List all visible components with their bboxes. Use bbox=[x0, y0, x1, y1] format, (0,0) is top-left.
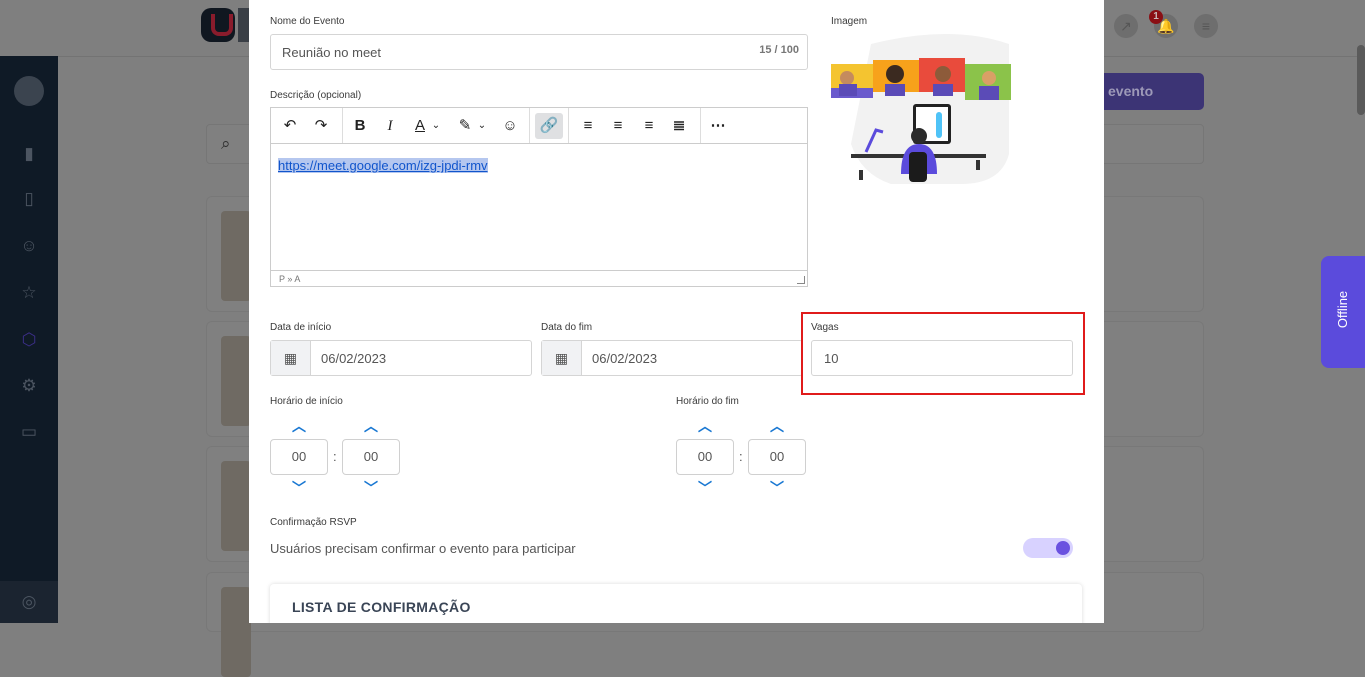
start-minute-input[interactable]: 00 bbox=[342, 439, 400, 475]
rsvp-toggle[interactable] bbox=[1023, 538, 1073, 558]
end-hour-input[interactable]: 00 bbox=[676, 439, 734, 475]
new-event-button[interactable]: evento bbox=[1098, 73, 1204, 110]
highlight-box bbox=[801, 312, 1085, 395]
event-name-input[interactable]: Reunião no meet 15 / 100 bbox=[270, 34, 808, 70]
scrollbar[interactable] bbox=[1357, 45, 1365, 115]
chevron-down-icon[interactable]: ⌄ bbox=[430, 113, 442, 139]
description-editor[interactable]: ↶ ↷ B I A ⌄ ✎ ⌄ ☺ 🔗 ≡ ≡ ≡ ≣ ⋯ https://me… bbox=[270, 107, 808, 287]
chevron-down-icon[interactable]: ⌄ bbox=[476, 113, 488, 139]
minute-down-icon[interactable]: ﹀ bbox=[770, 481, 784, 495]
confirmation-list-title: LISTA DE CONFIRMAÇÃO bbox=[292, 599, 471, 615]
event-name-label: Nome do Evento bbox=[270, 16, 345, 27]
calendar-icon[interactable]: ▦ bbox=[271, 341, 311, 375]
end-date-value: 06/02/2023 bbox=[592, 351, 658, 366]
start-date-label: Data de início bbox=[270, 322, 332, 333]
calendar-icon[interactable]: ▦ bbox=[542, 341, 582, 375]
external-link-icon[interactable]: ↗ bbox=[1114, 14, 1138, 38]
undo-icon[interactable]: ↶ bbox=[276, 113, 304, 139]
hour-down-icon[interactable]: ﹀ bbox=[698, 481, 712, 495]
gear-icon[interactable]: ⚙ bbox=[19, 376, 39, 396]
image-label: Imagem bbox=[831, 16, 868, 27]
event-illustration[interactable] bbox=[831, 34, 1011, 186]
wallet-icon[interactable]: ▭ bbox=[19, 422, 39, 442]
menu-icon[interactable]: ≡ bbox=[1194, 14, 1218, 38]
end-date-label: Data do fim bbox=[541, 322, 593, 333]
sidebar-footer: ◎ bbox=[0, 581, 58, 623]
avatar[interactable] bbox=[14, 76, 44, 106]
help-icon[interactable]: ◎ bbox=[19, 592, 39, 612]
italic-icon[interactable]: I bbox=[376, 113, 404, 139]
start-date-value: 06/02/2023 bbox=[321, 351, 387, 366]
confirmation-list-card: LISTA DE CONFIRMAÇÃO bbox=[270, 584, 1082, 623]
start-date-input[interactable]: ▦ 06/02/2023 bbox=[270, 340, 532, 376]
char-counter: 15 / 100 bbox=[759, 44, 799, 56]
event-modal: Nome do Evento Reunião no meet 15 / 100 … bbox=[249, 0, 1104, 623]
offline-tab[interactable]: Offline bbox=[1321, 256, 1365, 368]
hour-up-icon[interactable]: ︿ bbox=[698, 419, 712, 433]
emoji-icon[interactable]: ☺ bbox=[496, 113, 524, 139]
users-icon[interactable]: ☺ bbox=[19, 236, 39, 256]
more-icon[interactable]: ⋯ bbox=[704, 113, 732, 139]
highlight-icon[interactable]: ✎ bbox=[451, 113, 479, 139]
dashboard-icon[interactable]: ▮ bbox=[19, 144, 39, 164]
align-center-icon[interactable]: ≡ bbox=[604, 113, 632, 139]
editor-status-path: P » A bbox=[271, 270, 807, 286]
minute-up-icon[interactable]: ︿ bbox=[364, 419, 378, 433]
sidebar: ▮ ▯ ☺ ☆ ⬡ ⚙ ▭ ◎ bbox=[0, 56, 58, 623]
event-thumbnail bbox=[221, 211, 251, 301]
hour-up-icon[interactable]: ︿ bbox=[292, 419, 306, 433]
search-icon: ⌕ bbox=[221, 134, 231, 153]
box-icon[interactable]: ⬡ bbox=[19, 330, 39, 350]
align-right-icon[interactable]: ≡ bbox=[635, 113, 663, 139]
event-thumbnail bbox=[221, 587, 251, 677]
start-hour-input[interactable]: 00 bbox=[270, 439, 328, 475]
book-icon[interactable]: ▯ bbox=[19, 189, 39, 209]
end-date-input[interactable]: ▦ 06/02/2023 bbox=[541, 340, 803, 376]
minute-down-icon[interactable]: ﹀ bbox=[364, 481, 378, 495]
meet-link[interactable]: https://meet.google.com/izg-jpdi-rmv bbox=[278, 158, 488, 173]
rsvp-label: Confirmação RSVP bbox=[270, 517, 357, 528]
event-thumbnail bbox=[221, 461, 251, 551]
start-time-label: Horário de início bbox=[270, 396, 343, 407]
link-icon[interactable]: 🔗 bbox=[535, 113, 563, 139]
app-logo bbox=[201, 8, 235, 42]
justify-icon[interactable]: ≣ bbox=[665, 113, 693, 139]
editor-toolbar: ↶ ↷ B I A ⌄ ✎ ⌄ ☺ 🔗 ≡ ≡ ≡ ≣ ⋯ bbox=[271, 108, 807, 144]
align-left-icon[interactable]: ≡ bbox=[574, 113, 602, 139]
end-time-label: Horário do fim bbox=[676, 396, 739, 407]
minute-up-icon[interactable]: ︿ bbox=[770, 419, 784, 433]
resize-handle[interactable] bbox=[797, 276, 805, 284]
end-minute-input[interactable]: 00 bbox=[748, 439, 806, 475]
event-name-value: Reunião no meet bbox=[282, 45, 382, 60]
description-label: Descrição (opcional) bbox=[270, 90, 362, 101]
toggle-knob bbox=[1056, 541, 1070, 555]
redo-icon[interactable]: ↷ bbox=[307, 113, 335, 139]
bold-icon[interactable]: B bbox=[346, 113, 374, 139]
star-icon[interactable]: ☆ bbox=[19, 283, 39, 303]
hour-down-icon[interactable]: ﹀ bbox=[292, 481, 306, 495]
editor-content[interactable]: https://meet.google.com/izg-jpdi-rmv bbox=[278, 158, 488, 173]
rsvp-description: Usuários precisam confirmar o evento par… bbox=[270, 541, 576, 556]
notification-badge: 1 bbox=[1149, 10, 1163, 24]
event-thumbnail bbox=[221, 336, 251, 426]
